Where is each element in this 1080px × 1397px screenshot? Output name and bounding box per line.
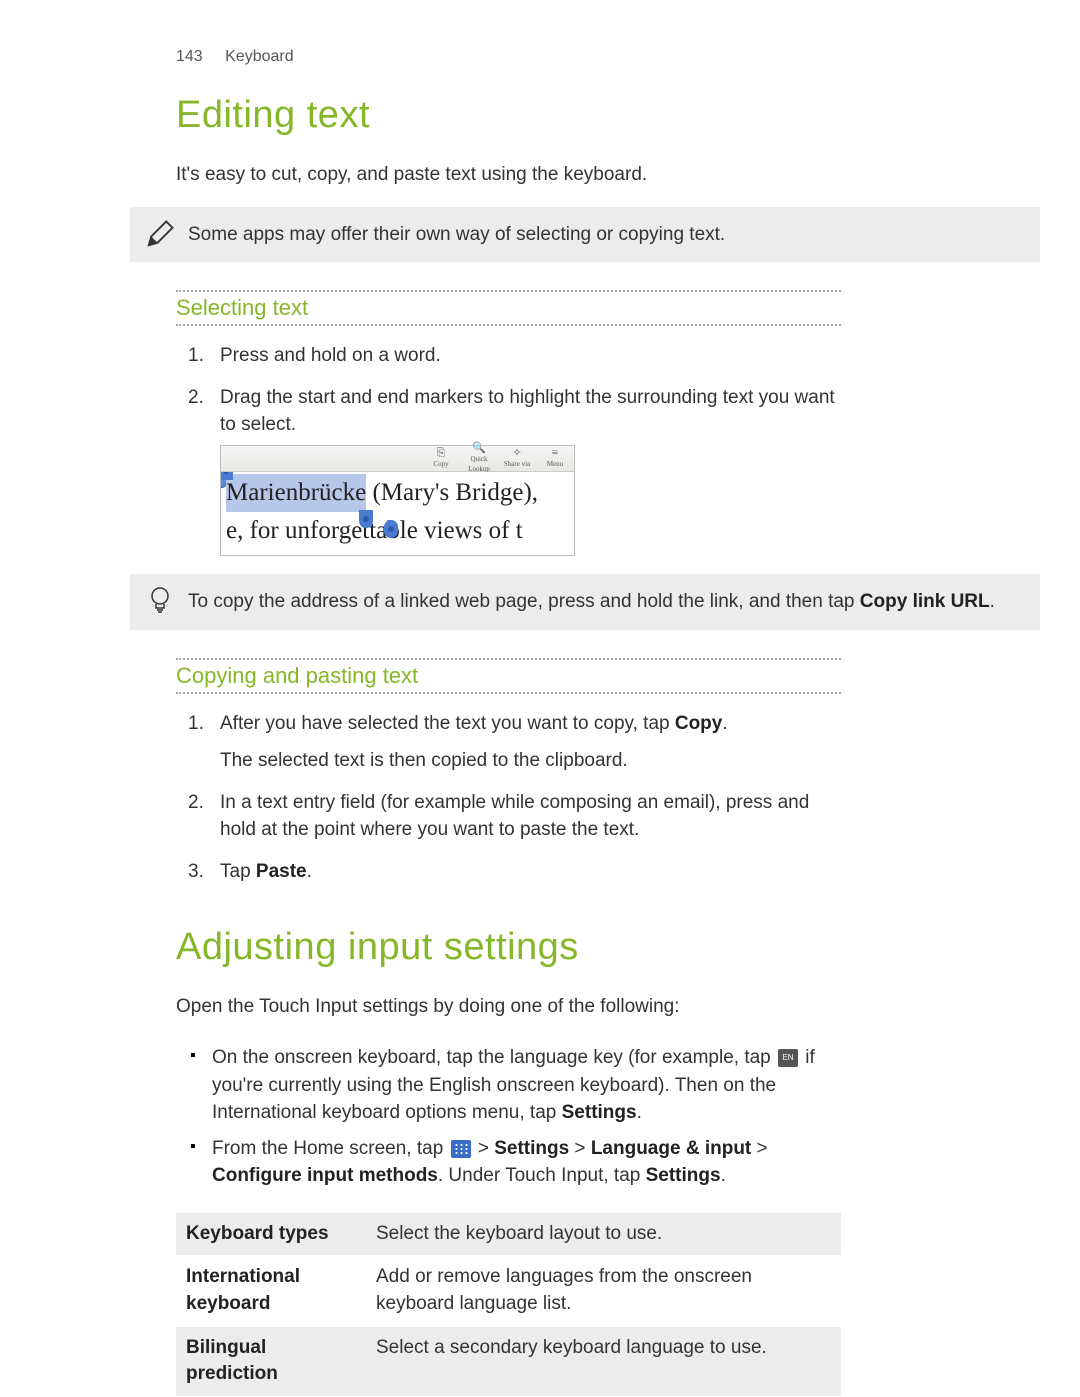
bold-label: Settings xyxy=(646,1165,721,1186)
setting-label: International keyboard xyxy=(176,1256,366,1326)
bullet-text: From the Home screen, tap xyxy=(212,1138,449,1159)
note-box: Some apps may offer their own way of sel… xyxy=(130,207,1040,263)
toolbar-share: ✧Share via xyxy=(498,446,536,471)
setting-label: Bilingual prediction xyxy=(176,1326,366,1396)
step-text: . xyxy=(722,713,727,734)
setting-label: Keyboard types xyxy=(176,1212,366,1256)
step-text: Drag the start and end markers to highli… xyxy=(220,387,835,436)
pencil-icon xyxy=(142,219,178,258)
toolbar-label: Share via xyxy=(504,459,530,469)
selection-start-handle-icon xyxy=(221,472,233,480)
selecting-steps: Press and hold on a word. Drag the start… xyxy=(176,332,836,556)
copy-paste-steps: After you have selected the text you wan… xyxy=(176,700,836,886)
table-row: International keyboard Add or remove lan… xyxy=(176,1256,841,1326)
screenshot-body: Marienbrücke (Mary's Bridge), e, for unf… xyxy=(221,472,574,556)
step-text: Tap xyxy=(220,861,256,882)
bold-label: Paste xyxy=(256,861,307,882)
list-item: Drag the start and end markers to highli… xyxy=(176,384,836,557)
selected-text: Marienbrücke xyxy=(226,474,366,513)
document-page: 143 Keyboard Editing text It's easy to c… xyxy=(0,0,1080,1396)
step-text: In a text entry field (for example while… xyxy=(220,792,809,841)
selection-handle-icon xyxy=(384,520,398,538)
highlighted-word: Marienbrücke xyxy=(226,479,366,506)
list-item: On the onscreen keyboard, tap the langua… xyxy=(176,1044,836,1127)
bullet-text: . Under Touch Input, tap xyxy=(438,1165,646,1186)
page-number: 143 xyxy=(176,48,203,65)
text-selection-screenshot: ⎘Copy 🔍Quick Lookup ✧Share via ≡Menu Mar… xyxy=(220,445,575,557)
list-item: After you have selected the text you wan… xyxy=(176,710,836,775)
list-item: From the Home screen, tap > Settings > L… xyxy=(176,1135,836,1190)
tip-text: . xyxy=(990,591,995,612)
screenshot-text: e, for unforgettable views of t xyxy=(226,517,523,544)
screenshot-text: (Mary's Bridge), xyxy=(366,479,538,506)
bold-label: Copy xyxy=(675,713,723,734)
bold-label: Settings xyxy=(562,1102,637,1123)
bullet-text: > xyxy=(473,1138,495,1159)
settings-table: Keyboard types Select the keyboard layou… xyxy=(176,1212,841,1396)
bullet-text: . xyxy=(721,1165,726,1186)
list-item: Tap Paste. xyxy=(176,858,836,886)
subsection-copy-paste: Copying and pasting text xyxy=(176,658,841,694)
share-icon: ✧ xyxy=(512,448,521,459)
all-apps-icon xyxy=(451,1140,471,1158)
note-text: Some apps may offer their own way of sel… xyxy=(188,224,725,245)
step-text: After you have selected the text you wan… xyxy=(220,713,675,734)
step-subtext: The selected text is then copied to the … xyxy=(220,747,836,775)
step-text: . xyxy=(307,861,312,882)
bold-label: Configure input methods xyxy=(212,1165,438,1186)
language-key-icon: EN xyxy=(778,1049,798,1067)
setting-description: Add or remove languages from the onscree… xyxy=(366,1256,841,1326)
tip-bold: Copy link URL xyxy=(860,591,990,612)
chapter-name: Keyboard xyxy=(225,48,294,65)
intro-paragraph: It's easy to cut, copy, and paste text u… xyxy=(0,161,1080,189)
step-text: Press and hold on a word. xyxy=(220,345,441,366)
tip-text: To copy the address of a linked web page… xyxy=(188,591,860,612)
page-header: 143 Keyboard xyxy=(0,48,1080,66)
table-row: Keyboard types Select the keyboard layou… xyxy=(176,1212,841,1256)
screenshot-toolbar: ⎘Copy 🔍Quick Lookup ✧Share via ≡Menu xyxy=(221,446,574,472)
toolbar-lookup: 🔍Quick Lookup xyxy=(460,446,498,471)
bold-label: Settings xyxy=(494,1138,569,1159)
toolbar-label: Menu xyxy=(547,459,563,469)
toolbar-copy: ⎘Copy xyxy=(422,446,460,471)
toolbar-menu: ≡Menu xyxy=(536,446,574,471)
bullet-text: On the onscreen keyboard, tap the langua… xyxy=(212,1047,776,1068)
list-item: In a text entry field (for example while… xyxy=(176,789,836,844)
list-item: Press and hold on a word. xyxy=(176,342,836,370)
setting-description: Select the keyboard layout to use. xyxy=(366,1212,841,1256)
toolbar-label: Copy xyxy=(433,459,448,469)
bullet-text: > xyxy=(751,1138,767,1159)
lookup-icon: 🔍 xyxy=(472,443,486,454)
intro-paragraph: Open the Touch Input settings by doing o… xyxy=(0,993,1080,1021)
table-row: Bilingual prediction Select a secondary … xyxy=(176,1326,841,1396)
bold-label: Language & input xyxy=(591,1138,751,1159)
lightbulb-icon xyxy=(142,586,178,625)
copy-icon: ⎘ xyxy=(437,448,446,459)
section-title-editing: Editing text xyxy=(0,94,1080,137)
subsection-selecting-text: Selecting text xyxy=(176,290,841,326)
bullet-text: . xyxy=(637,1102,642,1123)
settings-open-methods: On the onscreen keyboard, tap the langua… xyxy=(176,1038,836,1190)
selection-end-handle-icon xyxy=(359,510,373,528)
section-title-input-settings: Adjusting input settings xyxy=(0,926,1080,969)
menu-icon: ≡ xyxy=(552,448,558,459)
setting-description: Select a secondary keyboard language to … xyxy=(366,1326,841,1396)
bullet-text: > xyxy=(569,1138,591,1159)
tip-box: To copy the address of a linked web page… xyxy=(130,574,1040,630)
